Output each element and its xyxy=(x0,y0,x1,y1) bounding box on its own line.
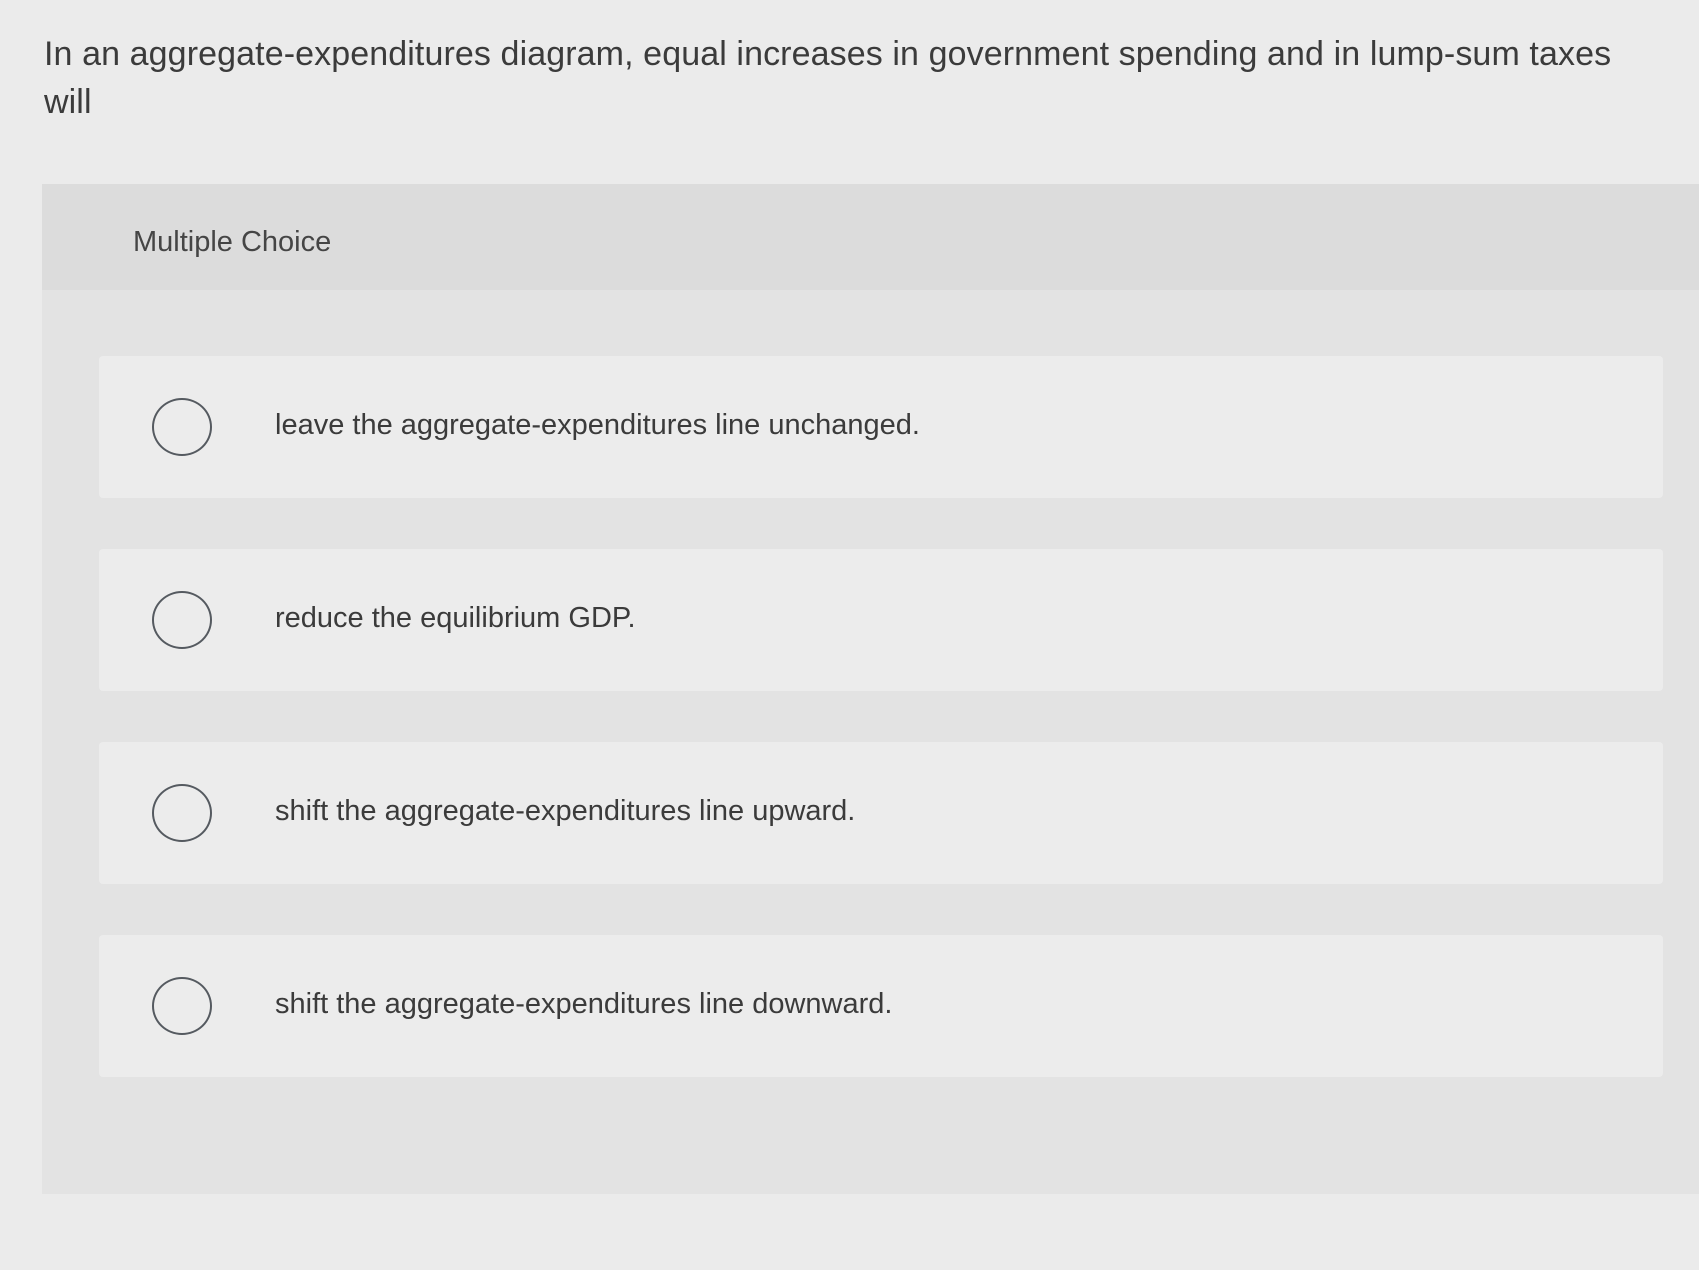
answer-options-list: leave the aggregate-expenditures line un… xyxy=(99,356,1663,1128)
answer-option-4[interactable]: shift the aggregate-expenditures line do… xyxy=(99,935,1663,1077)
multiple-choice-panel: Multiple Choice leave the aggregate-expe… xyxy=(42,184,1699,1194)
radio-unchecked-icon[interactable] xyxy=(152,398,212,456)
answer-option-label: shift the aggregate-expenditures line do… xyxy=(275,988,893,1020)
answer-option-2[interactable]: reduce the equilibrium GDP. xyxy=(99,549,1663,691)
radio-unchecked-icon[interactable] xyxy=(152,591,212,649)
multiple-choice-header: Multiple Choice xyxy=(42,184,1699,290)
radio-unchecked-icon[interactable] xyxy=(152,977,212,1035)
answer-option-3[interactable]: shift the aggregate-expenditures line up… xyxy=(99,742,1663,884)
question-text: In an aggregate-expenditures diagram, eq… xyxy=(44,35,1612,121)
multiple-choice-label: Multiple Choice xyxy=(133,226,332,258)
answer-option-label: shift the aggregate-expenditures line up… xyxy=(275,795,856,827)
radio-unchecked-icon[interactable] xyxy=(152,784,212,842)
answer-option-1[interactable]: leave the aggregate-expenditures line un… xyxy=(99,356,1663,498)
answer-option-label: leave the aggregate-expenditures line un… xyxy=(275,409,920,441)
answer-option-label: reduce the equilibrium GDP. xyxy=(275,602,636,634)
